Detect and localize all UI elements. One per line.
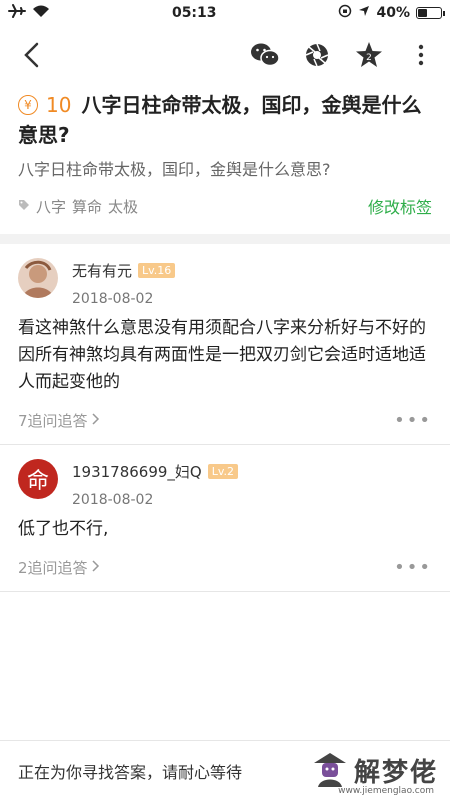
answer-item: 命 1931786699_妇Q Lv.2 2018-08-02 低了也不行, 2… [0,445,450,592]
avatar-char: 命 [26,469,49,494]
level-badge: Lv.16 [138,263,176,278]
answer-item: 无有有元 Lv.16 2018-08-02 看这神煞什么意思没有用须配合八字来分… [0,244,450,445]
avatar[interactable]: 命 [18,459,58,499]
favorite-icon[interactable]: 2 [354,40,384,70]
answer-date: 2018-08-02 [72,492,154,508]
followups-label: 2追问追答 [18,558,88,577]
battery-percent: 40% [376,5,410,21]
avatar[interactable] [18,258,58,298]
bottom-bar: 正在为你寻找答案，请耐心等待 解梦佬 www.jiemenglao.com [0,740,450,800]
answerer-name[interactable]: 无有有元 [72,260,132,281]
chevron-right-icon [92,558,100,576]
question-description: 八字日柱命带太极，国印，金舆是什么意思? [18,160,331,179]
section-divider [0,234,450,244]
answer-body: 低了也不行, [18,519,109,539]
status-bar: 05:13 40% [0,0,450,26]
tag-item[interactable]: 太极 [108,196,138,217]
tag-icon [18,197,30,215]
answer-body: 看这神煞什么意思没有用须配合八字来分析好与不好的因所有神煞均具有两面性是一把双刃… [18,318,426,392]
location-icon [358,5,370,21]
more-options-button[interactable]: ••• [394,557,432,578]
waiting-message: 正在为你寻找答案，请耐心等待 [18,762,243,782]
orientation-lock-icon [338,4,352,22]
edit-tags-link[interactable]: 修改标签 [368,194,432,218]
status-time: 05:13 [171,5,217,21]
svg-text:2: 2 [366,53,372,63]
question-title-text: 八字日柱命带太极，国印，金舆是什么意思? [18,93,422,147]
logo-url: www.jiemenglao.com [338,786,434,796]
tags-row: 八字 算命 太极 修改标签 [18,192,432,220]
bounty-amount: 10 [46,93,72,117]
wechat-icon[interactable] [250,40,280,70]
nav-bar: 2 [0,26,450,84]
more-options-button[interactable]: ••• [394,410,432,431]
tag-item[interactable]: 算命 [72,196,102,217]
battery-icon [416,7,445,19]
back-icon[interactable] [16,40,46,70]
logo-text: 解梦佬 [353,758,438,788]
wifi-icon [32,4,50,22]
tag-list: 八字 算命 太极 [18,196,138,217]
answer-date: 2018-08-02 [72,291,154,307]
level-badge: Lv.2 [207,464,239,479]
answerer-name[interactable]: 1931786699_妇Q [72,461,202,482]
question-block: ¥10 八字日柱命带太极，国印，金舆是什么意思? 八字日柱命带太极，国印，金舆是什… [0,84,450,220]
followups-label: 7追问追答 [18,411,88,430]
followups-link[interactable]: 7追问追答 [18,410,100,431]
followups-link[interactable]: 2追问追答 [18,557,100,578]
chevron-right-icon [92,411,100,429]
bounty-icon: ¥ [18,95,38,115]
more-vertical-icon[interactable] [406,40,436,70]
moments-icon[interactable] [302,40,332,70]
tag-item[interactable]: 八字 [36,196,66,217]
airplane-icon [8,4,26,22]
question-title: ¥10 八字日柱命带太极，国印，金舆是什么意思? [18,90,432,150]
